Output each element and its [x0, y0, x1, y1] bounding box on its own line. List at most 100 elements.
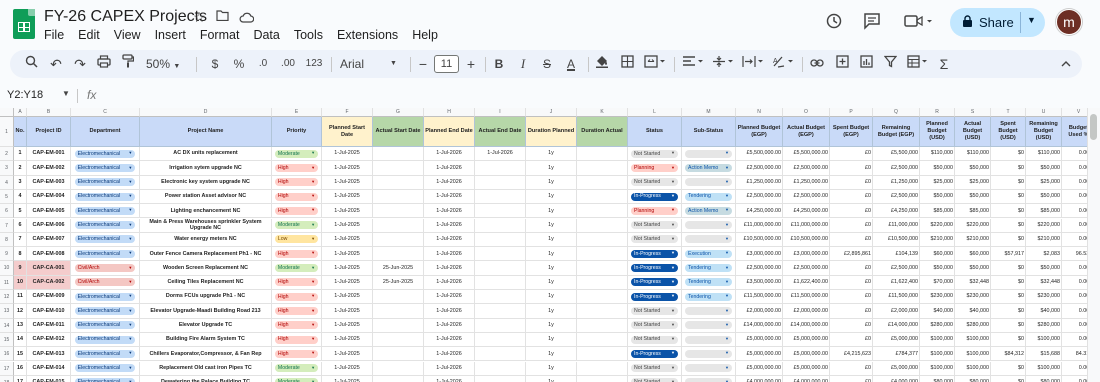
cell-astart[interactable]: [373, 232, 424, 248]
cell-aend[interactable]: [475, 218, 526, 233]
cell-sb_egp[interactable]: £0: [830, 275, 873, 290]
status-chip[interactable]: Not Started ▼: [631, 335, 678, 344]
cell-aend[interactable]: [475, 175, 526, 190]
cell-rb_egp[interactable]: £11,000,000: [873, 218, 920, 233]
cell-sb_egp[interactable]: £0: [830, 189, 873, 205]
cell-dact[interactable]: [577, 361, 628, 376]
cell-aend[interactable]: [475, 332, 526, 348]
header-cell[interactable]: Spent Budget (EGP): [830, 117, 873, 147]
cell-name[interactable]: Chillers Evaporator,Compressor, & Fan Re…: [140, 347, 272, 362]
cell-ab_egp[interactable]: £14,000,000.00: [783, 318, 830, 333]
cell-dplan[interactable]: 1y: [526, 204, 577, 219]
cell-aend[interactable]: [475, 232, 526, 248]
cell-dact[interactable]: [577, 189, 628, 205]
cell-sub[interactable]: Action Memo ▼: [682, 204, 736, 219]
status-chip[interactable]: Not Started ▼: [631, 149, 678, 158]
cell-no[interactable]: 16: [14, 361, 27, 376]
priority-chip[interactable]: High ▼: [274, 335, 319, 344]
menu-extensions[interactable]: Extensions: [337, 28, 398, 42]
priority-chip[interactable]: Moderate ▼: [274, 364, 319, 373]
row-number[interactable]: 11: [0, 275, 14, 290]
priority-chip[interactable]: High ▼: [274, 163, 319, 172]
cell-sb_usd[interactable]: $0: [991, 261, 1026, 276]
undo-icon[interactable]: ↶: [47, 50, 65, 78]
cell-priority[interactable]: Moderate ▼: [272, 218, 322, 233]
sub-status-chip[interactable]: Tendering ▼: [685, 264, 732, 273]
status-chip[interactable]: Not Started ▼: [631, 221, 678, 230]
sub-status-chip[interactable]: ▼: [685, 306, 732, 315]
cell-pend[interactable]: 1-Jul-2026: [424, 347, 475, 362]
cell-ab_egp[interactable]: £2,500,000.00: [783, 189, 830, 205]
cell-sb_egp[interactable]: £0: [830, 304, 873, 319]
cell-pstart[interactable]: 1-Jul-2025: [322, 318, 373, 333]
cell-astart[interactable]: [373, 318, 424, 333]
cell-id[interactable]: CAP-EM-012: [27, 332, 71, 348]
cell-ab_egp[interactable]: £4,250,000.00: [783, 204, 830, 219]
cell-astart[interactable]: [373, 304, 424, 319]
column-header-b[interactable]: B: [27, 108, 71, 117]
department-chip[interactable]: Civil/Arch ▼: [74, 278, 136, 287]
sub-status-chip[interactable]: ▼: [685, 349, 732, 358]
cell-rb_egp[interactable]: £784,377: [873, 347, 920, 362]
header-cell[interactable]: No.: [14, 117, 27, 147]
cell-astart[interactable]: [373, 175, 424, 190]
cell-status[interactable]: In-Progress ▼: [628, 189, 682, 205]
name-box-dropdown-icon[interactable]: ▼: [62, 89, 70, 98]
cell-name[interactable]: Replacement Old cast iron Pipes TC: [140, 361, 272, 376]
select-all-corner[interactable]: [0, 108, 14, 117]
cell-sub[interactable]: Tendering ▼: [682, 261, 736, 276]
cell-rb_egp[interactable]: £2,500,000: [873, 161, 920, 176]
cell-pstart[interactable]: 1-Jul-2025: [322, 361, 373, 376]
cell-priority[interactable]: High ▼: [272, 304, 322, 319]
cell-dact[interactable]: [577, 147, 628, 162]
menu-insert[interactable]: Insert: [155, 28, 186, 42]
status-chip[interactable]: In-Progress ▼: [631, 249, 678, 258]
cell-pb_usd[interactable]: $50,000: [920, 189, 955, 205]
cell-sb_usd[interactable]: $0: [991, 175, 1026, 190]
row-number[interactable]: 3: [0, 161, 14, 176]
cell-rb_usd[interactable]: $210,000: [1026, 232, 1062, 248]
cell-astart[interactable]: [373, 204, 424, 219]
cell-pend[interactable]: 1-Jul-2026: [424, 375, 475, 382]
header-cell[interactable]: Actual End Date: [475, 117, 526, 147]
move-folder-icon[interactable]: [216, 10, 229, 24]
header-cell[interactable]: Project ID: [27, 117, 71, 147]
cell-no[interactable]: 3: [14, 175, 27, 190]
sub-status-chip[interactable]: ▼: [685, 364, 732, 373]
cell-ab_egp[interactable]: £5,000,000.00: [783, 332, 830, 348]
cell-dact[interactable]: [577, 161, 628, 176]
cell-sb_egp[interactable]: £2,895,861: [830, 247, 873, 262]
column-header-t[interactable]: T: [991, 108, 1026, 117]
cell-dept[interactable]: Electromechanical ▼: [71, 361, 140, 376]
cell-sb_usd[interactable]: $0: [991, 161, 1026, 176]
cell-sub[interactable]: Tendering ▼: [682, 275, 736, 290]
cell-no[interactable]: 5: [14, 204, 27, 219]
font-family-select[interactable]: Arial ▼: [340, 50, 402, 78]
cell-pstart[interactable]: 1-Jul-2025: [322, 247, 373, 262]
insert-chart-icon[interactable]: [857, 50, 875, 78]
star-icon[interactable]: ☆: [193, 9, 206, 26]
cell-pend[interactable]: 1-Jul-2026: [424, 275, 475, 290]
department-chip[interactable]: Electromechanical ▼: [74, 192, 136, 201]
menu-file[interactable]: File: [44, 28, 64, 42]
header-cell[interactable]: Planned Budget (USD): [920, 117, 955, 147]
cell-sub[interactable]: Tendering ▼: [682, 189, 736, 205]
cell-name[interactable]: Wooden Screen Replacement NC: [140, 261, 272, 276]
column-header-d[interactable]: D: [140, 108, 272, 117]
text-color-button[interactable]: A: [562, 50, 580, 78]
vertical-scrollbar-track[interactable]: [1087, 108, 1100, 382]
fill-color-icon[interactable]: [593, 50, 611, 78]
cell-rb_usd[interactable]: $80,000: [1026, 375, 1062, 382]
cell-pend[interactable]: 1-Jul-2026: [424, 318, 475, 333]
decrease-decimal-button[interactable]: .0: [254, 50, 272, 78]
cell-rb_egp[interactable]: £104,139: [873, 247, 920, 262]
header-cell[interactable]: Project Name: [140, 117, 272, 147]
cell-aend[interactable]: 1-Jul-2026: [475, 147, 526, 162]
sub-status-chip[interactable]: Action Memo ▼: [685, 163, 732, 172]
comments-icon[interactable]: [860, 12, 884, 36]
cell-priority[interactable]: High ▼: [272, 318, 322, 333]
header-cell[interactable]: Duration Planned: [526, 117, 577, 147]
cell-rb_egp[interactable]: £5,000,000: [873, 361, 920, 376]
cell-dplan[interactable]: 1y: [526, 218, 577, 233]
status-chip[interactable]: In-Progress ▼: [631, 264, 678, 273]
